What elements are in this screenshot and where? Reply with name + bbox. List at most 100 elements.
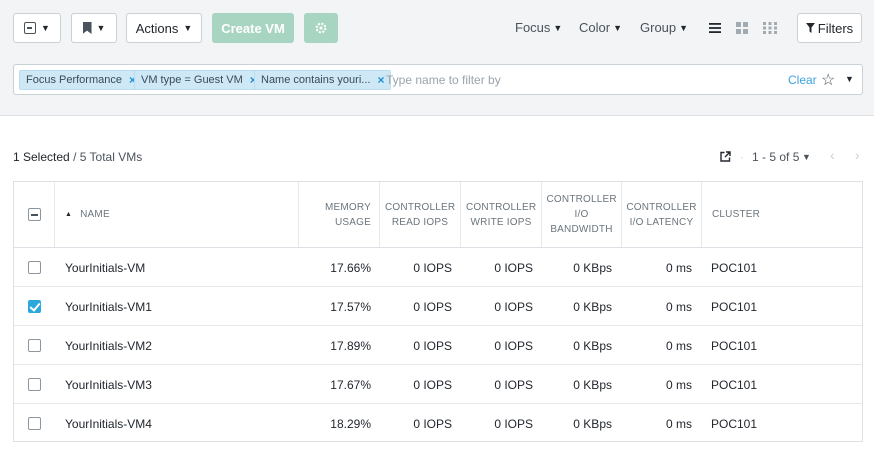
cell-name: YourInitials-VM4 [65,416,152,431]
row-checkbox[interactable] [28,339,41,352]
vm-table: ▲ NAME MEMORY USAGE CONTROLLER READ IOPS… [13,181,863,442]
star-icon[interactable]: ☆ [821,70,835,90]
pagination-range[interactable]: 1 - 5 of 5 [752,150,799,164]
filters-button[interactable]: Filters [797,13,862,43]
cell-name: YourInitials-VM3 [65,377,152,392]
cell-write-iops: 0 IOPS [494,377,533,392]
clear-filters-link[interactable]: Clear [788,73,817,87]
sort-ascending-icon: ▲ [65,211,73,218]
row-checkbox[interactable] [28,378,41,391]
focus-menu[interactable]: Focus ▼ [515,20,562,35]
column-header-latency[interactable]: CONTROLLER I/O LATENCY [621,182,701,247]
chevron-down-icon[interactable]: ▼ [845,74,854,84]
cell-bandwidth: 0 KBps [573,416,612,431]
cell-cluster: POC101 [711,377,758,392]
cell-write-iops: 0 IOPS [494,416,533,431]
column-header-label: CONTROLLER I/O LATENCY [626,201,697,228]
prev-page-icon[interactable]: ‹ [830,147,835,163]
row-checkbox[interactable] [28,417,41,430]
column-header-memory[interactable]: MEMORY USAGE [298,182,379,247]
chevron-down-icon: ▼ [41,23,50,33]
actions-button[interactable]: Actions ▼ [126,13,202,43]
column-header-label: MEMORY USAGE [324,201,371,228]
cell-memory: 17.57% [330,299,371,314]
cell-cluster: POC101 [711,299,758,314]
color-menu[interactable]: Color ▼ [579,20,622,35]
list-view-icon[interactable] [709,22,721,34]
column-header-bandwidth[interactable]: CONTROLLER I/O BANDWIDTH [541,182,621,247]
cell-read-iops: 0 IOPS [413,377,452,392]
tile-view-icon[interactable] [763,22,777,34]
filter-bar: Focus Performance × VM type = Guest VM ×… [13,64,863,95]
actions-label: Actions [135,20,179,36]
table-row[interactable]: YourInitials-VM1 17.57% 0 IOPS 0 IOPS 0 KBps… [14,287,862,326]
cell-read-iops: 0 IOPS [413,338,452,353]
bookmark-icon [82,22,92,34]
settings-button[interactable] [304,13,338,43]
filter-chip-label: Focus Performance [26,74,122,86]
column-header-label: CLUSTER [712,209,761,220]
cell-cluster: POC101 [711,338,758,353]
bookmark-dropdown-button[interactable]: ▼ [71,13,117,43]
cell-write-iops: 0 IOPS [494,338,533,353]
chevron-down-icon: ▼ [96,23,106,33]
table-row[interactable]: YourInitials-VM 17.66% 0 IOPS 0 IOPS 0 KBps 0… [14,248,862,287]
selection-summary: 1 Selected / 5 Total VMs [13,150,142,164]
column-header-write-iops[interactable]: CONTROLLER WRITE IOPS [460,182,541,247]
cell-read-iops: 0 IOPS [413,299,452,314]
group-menu[interactable]: Group ▼ [640,20,688,35]
cell-bandwidth: 0 KBps [573,338,612,353]
row-checkbox[interactable] [28,300,41,313]
group-label: Group [640,20,677,35]
cell-read-iops: 0 IOPS [413,416,452,431]
create-vm-label: Create VM [221,20,285,36]
column-header-cluster[interactable]: CLUSTER [701,182,862,247]
cell-write-iops: 0 IOPS [494,260,533,275]
cell-bandwidth: 0 KBps [573,260,612,275]
table-row[interactable]: YourInitials-VM3 17.67% 0 IOPS 0 IOPS 0 KBps… [14,365,862,404]
cell-latency: 0 ms [665,299,692,314]
table-header: ▲ NAME MEMORY USAGE CONTROLLER READ IOPS… [14,182,862,248]
column-header-name[interactable]: ▲ NAME [54,182,298,247]
cell-write-iops: 0 IOPS [494,299,533,314]
filter-icon [805,23,815,33]
cell-latency: 0 ms [665,338,692,353]
next-page-icon[interactable]: › [855,147,860,163]
column-header-read-iops[interactable]: CONTROLLER READ IOPS [379,182,460,247]
cell-cluster: POC101 [711,416,758,431]
filter-chip[interactable]: Name contains youri... × [254,70,392,90]
pagination-divider: · [740,150,744,164]
filter-chip[interactable]: Focus Performance × [19,70,143,90]
cell-bandwidth: 0 KBps [573,377,612,392]
cell-latency: 0 ms [665,377,692,392]
cell-name: YourInitials-VM1 [65,299,152,314]
chevron-down-icon[interactable]: ▼ [802,152,811,162]
create-vm-button[interactable]: Create VM [212,13,294,43]
color-label: Color [579,20,611,35]
table-row[interactable]: YourInitials-VM2 17.89% 0 IOPS 0 IOPS 0 KBps… [14,326,862,365]
cell-cluster: POC101 [711,260,758,275]
row-checkbox[interactable] [28,261,41,274]
export-icon[interactable] [720,151,731,162]
table-body: YourInitials-VM 17.66% 0 IOPS 0 IOPS 0 KBps 0… [14,248,862,442]
selected-count: 1 Selected [13,150,70,164]
cell-latency: 0 ms [665,416,692,431]
table-row[interactable]: YourInitials-VM4 18.29% 0 IOPS 0 IOPS 0 KBps… [14,404,862,443]
select-dropdown-button[interactable]: ▼ [13,13,61,43]
gear-icon [315,22,327,34]
cell-read-iops: 0 IOPS [413,260,452,275]
total-count: / 5 Total VMs [73,150,143,164]
filter-chip[interactable]: VM type = Guest VM × [134,70,264,90]
cell-memory: 17.66% [330,260,371,275]
filter-search-input[interactable] [386,72,646,88]
column-header-label: CONTROLLER WRITE IOPS [466,201,537,228]
filter-chip-label: VM type = Guest VM [141,74,243,86]
select-all-checkbox[interactable] [28,208,41,221]
cell-memory: 17.67% [330,377,371,392]
cell-name: YourInitials-VM [65,260,146,275]
cell-name: YourInitials-VM2 [65,338,152,353]
close-icon[interactable]: × [377,73,384,87]
grid-view-icon[interactable] [736,22,748,34]
chevron-down-icon: ▼ [613,22,622,33]
filters-label: Filters [817,20,854,36]
